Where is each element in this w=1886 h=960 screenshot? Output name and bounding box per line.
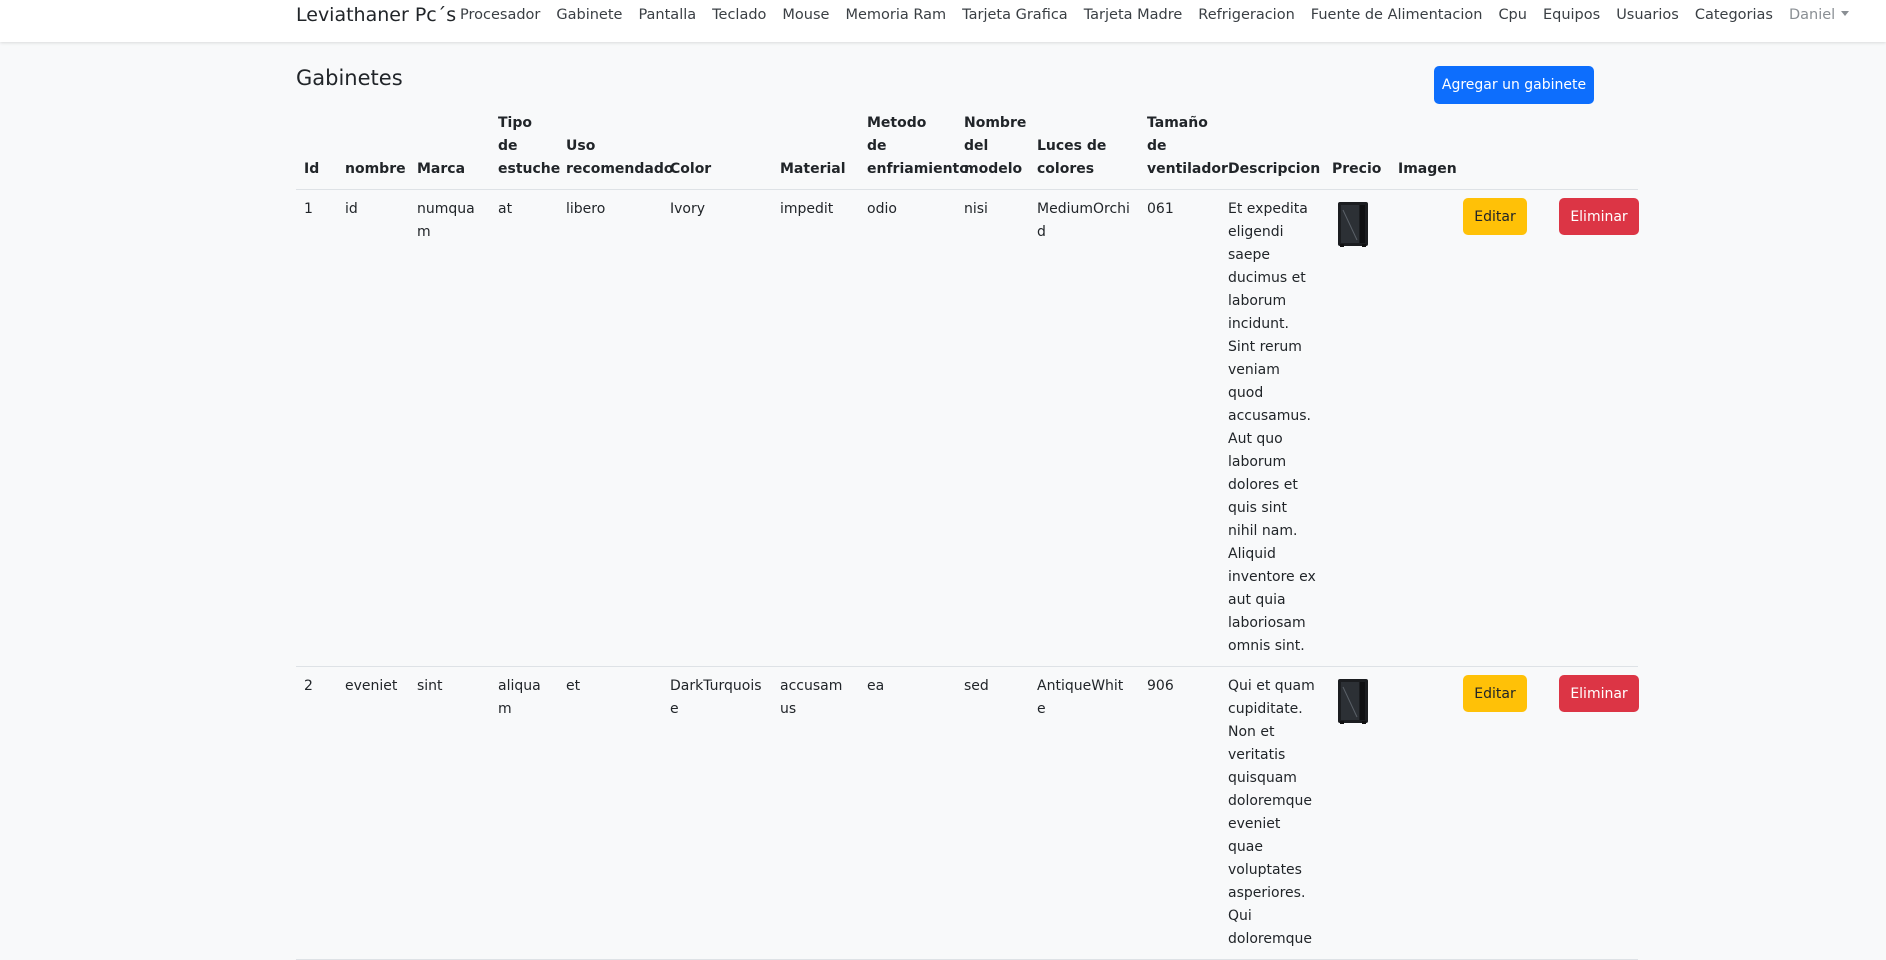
nav-link-gabinete[interactable]: Gabinete (548, 6, 630, 24)
col-header-delete (1551, 108, 1638, 190)
nav-links: Procesador Gabinete Pantalla Teclado Mou… (452, 6, 1857, 24)
add-gabinete-button[interactable]: Agregar un gabinete (1434, 66, 1594, 104)
edit-button[interactable]: Editar (1463, 198, 1527, 235)
cell-edit: Editar (1455, 189, 1551, 667)
col-header-marca: Marca (409, 108, 490, 190)
nav-link-procesador[interactable]: Procesador (452, 6, 548, 24)
nav-link-categorias[interactable]: Categorias (1687, 6, 1781, 24)
cell-ventilador: 061 (1139, 189, 1220, 667)
cell-edit: Editar (1455, 666, 1551, 960)
table-row: 1 id numquam at libero Ivory impedit odi… (296, 189, 1639, 667)
cell-id: 1 (296, 189, 337, 667)
nav-link-fuente[interactable]: Fuente de Alimentacion (1303, 6, 1491, 24)
col-header-color: Color (662, 108, 772, 190)
edit-button[interactable]: Editar (1463, 675, 1527, 712)
cell-uso: libero (558, 189, 662, 667)
brand-logo[interactable]: Leviathaner Pc´s (296, 3, 456, 27)
cell-luces: AntiqueWhite (1029, 666, 1139, 960)
user-dropdown[interactable]: Daniel (1781, 6, 1857, 24)
cell-color: Ivory (662, 189, 772, 667)
nav-link-cpu[interactable]: Cpu (1490, 6, 1535, 24)
col-header-luces-colores: Luces de colores (1029, 108, 1139, 190)
cell-modelo: nisi (956, 189, 1029, 667)
cell-imagen (1390, 189, 1455, 667)
cell-nombre: id (337, 189, 409, 667)
cell-precio (1324, 189, 1390, 667)
navbar: Leviathaner Pc´s Procesador Gabinete Pan… (0, 0, 1886, 42)
cell-metodo: ea (859, 666, 956, 960)
delete-button[interactable]: Eliminar (1559, 198, 1639, 235)
gabinetes-table: Id nombre Marca Tipo de estuche Uso reco… (296, 108, 1639, 960)
col-header-precio: Precio (1324, 108, 1390, 190)
cell-metodo: odio (859, 189, 956, 667)
cell-uso: et (558, 666, 662, 960)
cell-nombre: eveniet (337, 666, 409, 960)
col-header-uso-recomendado: Uso recomendado (558, 108, 673, 190)
cell-delete: Eliminar (1551, 189, 1639, 667)
cell-color: DarkTurquoise (662, 666, 772, 960)
cell-material: impedit (772, 189, 859, 667)
col-header-descripcion: Descripcion (1220, 108, 1324, 190)
table-row: 2 eveniet sint aliquam et DarkTurquoise … (296, 666, 1639, 960)
page-title: Gabinetes (296, 66, 403, 90)
cell-delete: Eliminar (1551, 666, 1639, 960)
cell-imagen (1390, 666, 1455, 960)
cell-precio (1324, 666, 1390, 960)
nav-link-equipos[interactable]: Equipos (1535, 6, 1608, 24)
nav-link-memoria-ram[interactable]: Memoria Ram (837, 6, 954, 24)
cell-tipo: at (490, 189, 558, 667)
nav-link-refrigeracion[interactable]: Refrigeracion (1190, 6, 1302, 24)
cell-tipo: aliquam (490, 666, 558, 960)
col-header-tipo-estuche: Tipo de estuche (490, 108, 560, 190)
nav-link-mouse[interactable]: Mouse (774, 6, 837, 24)
col-header-nombre: nombre (337, 108, 409, 190)
nav-link-tarjeta-grafica[interactable]: Tarjeta Grafica (954, 6, 1076, 24)
cell-luces: MediumOrchid (1029, 189, 1139, 667)
cell-modelo: sed (956, 666, 1029, 960)
chevron-down-icon (1841, 11, 1850, 16)
delete-button[interactable]: Eliminar (1559, 675, 1639, 712)
col-header-edit (1455, 108, 1551, 190)
nav-link-usuarios[interactable]: Usuarios (1608, 6, 1687, 24)
col-header-tamano-ventilador: Tamaño de ventilador (1139, 108, 1228, 190)
col-header-material: Material (772, 108, 859, 190)
user-name: Daniel (1788, 7, 1836, 23)
col-header-metodo-enfriamiento: Metodo de enfriamiento (859, 108, 969, 190)
nav-link-tarjeta-madre[interactable]: Tarjeta Madre (1076, 6, 1191, 24)
cell-material: accusamus (772, 666, 859, 960)
cell-descripcion: Qui et quam cupiditate. Non et veritatis… (1220, 666, 1324, 960)
cell-id: 2 (296, 666, 337, 960)
cell-marca: sint (409, 666, 490, 960)
pc-case-icon (1338, 679, 1368, 724)
nav-link-teclado[interactable]: Teclado (704, 6, 774, 24)
col-header-nombre-modelo: Nombre del modelo (956, 108, 1029, 190)
cell-ventilador: 906 (1139, 666, 1220, 960)
col-header-id: Id (296, 108, 337, 190)
table-header-row: Id nombre Marca Tipo de estuche Uso reco… (296, 108, 1638, 190)
col-header-imagen: Imagen (1390, 108, 1457, 190)
cell-descripcion: Et expedita eligendi saepe ducimus et la… (1220, 189, 1324, 667)
nav-link-pantalla[interactable]: Pantalla (630, 6, 704, 24)
cell-marca: numquam (409, 189, 490, 667)
pc-case-icon (1338, 202, 1368, 247)
